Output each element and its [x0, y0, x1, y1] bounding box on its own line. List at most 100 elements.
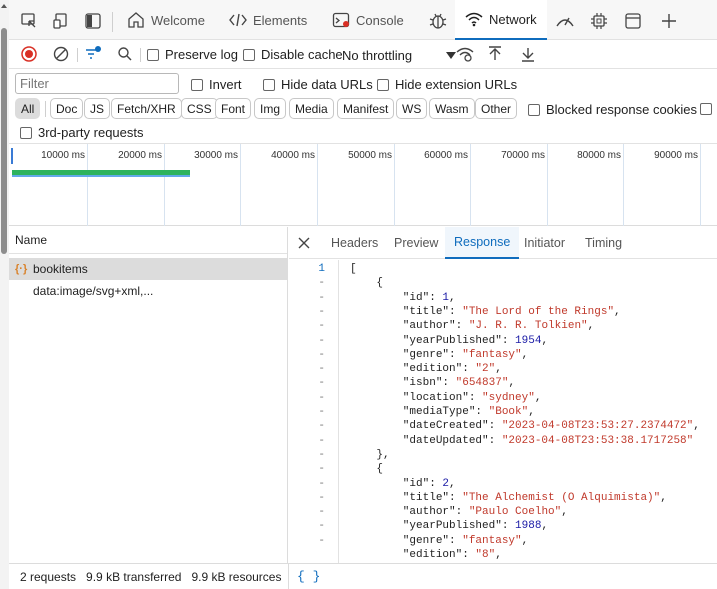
invert-checkbox[interactable]: Invert — [191, 77, 242, 92]
tab-console[interactable]: Console — [332, 0, 404, 40]
dock-side-icon[interactable] — [83, 11, 103, 31]
checkbox-box[interactable] — [147, 48, 159, 61]
json-token: "genre": — [350, 348, 463, 361]
scrollbar-thumb[interactable] — [1, 28, 7, 254]
response-line: "title": "The Lord of the Rings", — [350, 306, 621, 318]
request-row[interactable]: {·} bookitems — [9, 258, 287, 280]
tab-welcome[interactable]: Welcome — [127, 0, 205, 40]
throttling-select[interactable]: No throttling — [342, 45, 457, 65]
tab-headers[interactable]: Headers — [331, 227, 378, 259]
tab-timing[interactable]: Timing — [585, 227, 622, 259]
type-filter-media[interactable]: Media — [289, 98, 334, 119]
json-token: , — [541, 334, 549, 347]
pretty-print-button[interactable]: { } — [297, 569, 320, 584]
response-line: "genre": "fantasy", — [350, 535, 528, 547]
checkbox-box[interactable] — [377, 78, 389, 91]
blocked-response-cookies-label: Blocked response cookies — [546, 102, 698, 117]
request-name: data:image/svg+xml,... — [33, 284, 154, 298]
tab-console-label: Console — [356, 12, 404, 28]
json-token: "location": — [350, 391, 483, 404]
disable-cache-checkbox[interactable]: Disable cache — [243, 47, 343, 62]
response-line: "edition": "8", — [350, 549, 502, 561]
type-filter-css[interactable]: CSS — [181, 98, 218, 119]
checkbox-box[interactable] — [528, 103, 540, 116]
type-filter-all[interactable]: All — [15, 98, 41, 119]
tab-response[interactable]: Response — [445, 227, 520, 259]
timeline-gridline — [240, 144, 241, 226]
json-string-value: "fantasy" — [462, 534, 522, 547]
response-line: "author": "Paulo Coelho", — [350, 506, 568, 518]
timeline-gridline — [470, 144, 471, 226]
type-filter-other[interactable]: Other — [475, 98, 518, 119]
line-number: - — [318, 391, 325, 404]
json-token: , — [521, 534, 529, 547]
import-har-icon[interactable] — [485, 44, 505, 64]
json-token: { — [350, 277, 384, 290]
inspect-element-icon[interactable] — [19, 11, 39, 31]
close-detail-icon[interactable] — [297, 227, 311, 259]
export-har-icon[interactable] — [518, 44, 538, 64]
json-token: , — [693, 420, 700, 433]
type-filter-img[interactable]: Img — [254, 98, 287, 119]
checkbox-box[interactable] — [191, 78, 203, 91]
device-toolbar-icon[interactable] — [51, 11, 71, 31]
json-token: , — [495, 363, 502, 376]
name-column-label: Name — [15, 233, 48, 247]
toolbar-divider — [77, 48, 78, 62]
line-number: - — [318, 305, 325, 318]
type-filter-doc[interactable]: Doc — [50, 98, 84, 119]
search-icon[interactable] — [115, 44, 135, 64]
tab-elements[interactable]: Elements — [229, 0, 307, 40]
performance-icon[interactable] — [555, 11, 575, 31]
request-row[interactable]: data:image/svg+xml,... — [9, 280, 287, 302]
invert-label: Invert — [209, 77, 242, 92]
checkbox-box[interactable] — [20, 126, 32, 139]
filter-active-icon[interactable] — [83, 44, 103, 64]
bug-icon[interactable] — [428, 11, 448, 31]
hide-data-urls-checkbox[interactable]: Hide data URLs — [263, 77, 373, 92]
json-string-value: "654837" — [455, 377, 509, 390]
application-panel-icon[interactable] — [623, 11, 643, 31]
json-string-value: "The Alchemist (O Alquimista)" — [462, 491, 661, 504]
memory-chip-icon[interactable] — [589, 11, 609, 31]
checkbox-box[interactable] — [243, 48, 255, 61]
left-scrollbar[interactable] — [0, 0, 9, 589]
tab-network[interactable]: Network — [455, 0, 547, 40]
response-code-viewer[interactable]: 1------------------- [ { "id": 1, "title… — [289, 260, 717, 563]
blocked-response-cookies-checkbox[interactable]: Blocked response cookies — [528, 102, 697, 117]
filter-input[interactable] — [15, 73, 179, 94]
json-string-value: "sydney" — [482, 391, 535, 404]
wifi-icon — [465, 12, 483, 27]
network-overview-timeline[interactable]: 10000 ms 20000 ms 30000 ms 40000 ms 5000… — [9, 144, 717, 226]
third-party-requests-label: 3rd-party requests — [38, 125, 144, 140]
checkbox-box[interactable] — [263, 78, 275, 91]
tab-initiator[interactable]: Initiator — [524, 227, 565, 259]
type-filter-wasm[interactable]: Wasm — [429, 98, 475, 119]
line-number: - — [318, 520, 325, 533]
type-filter-js[interactable]: JS — [84, 98, 111, 119]
name-column-header[interactable]: Name — [9, 227, 287, 254]
tab-preview[interactable]: Preview — [394, 227, 438, 259]
third-party-requests-checkbox[interactable]: 3rd-party requests — [20, 125, 144, 140]
line-number: - — [318, 463, 325, 476]
timeline-tick-label: 10000 ms — [41, 150, 85, 161]
clear-log-icon[interactable] — [51, 44, 71, 64]
hide-extension-urls-checkbox[interactable]: Hide extension URLs — [377, 77, 517, 92]
type-filter-manifest[interactable]: Manifest — [337, 98, 395, 119]
type-filter-fetch-xhr[interactable]: Fetch/XHR — [111, 98, 182, 119]
timeline-tick-label: 90000 ms — [654, 150, 698, 161]
timeline-tick-label: 60000 ms — [424, 150, 468, 161]
stop-recording-icon[interactable] — [19, 44, 39, 64]
scroll-up-arrow-icon[interactable] — [1, 4, 7, 8]
type-filter-font[interactable]: Font — [215, 98, 252, 119]
preserve-log-checkbox[interactable]: Preserve log — [147, 47, 238, 62]
network-conditions-icon[interactable] — [455, 44, 475, 64]
line-number: - — [318, 420, 325, 433]
response-line: "mediaType": "Book", — [350, 406, 535, 418]
type-filter-ws[interactable]: WS — [396, 98, 428, 119]
add-tab-plus-icon[interactable] — [659, 11, 679, 31]
response-line: [ — [350, 263, 357, 275]
tab-network-label: Network — [489, 11, 537, 27]
more-filters-checkbox[interactable] — [700, 103, 712, 115]
json-token: , — [495, 549, 502, 561]
